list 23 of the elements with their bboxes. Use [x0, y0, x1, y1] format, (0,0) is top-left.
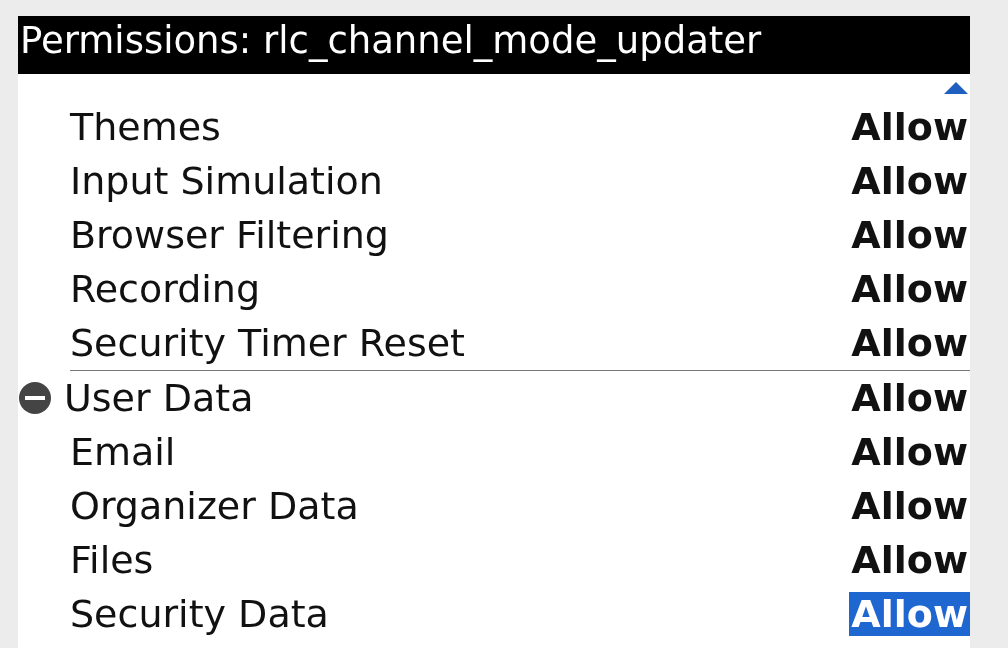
permission-label: Browser Filtering — [70, 213, 389, 257]
permission-value[interactable]: Allow — [849, 484, 970, 528]
permission-value[interactable]: Allow — [849, 267, 970, 311]
scroll-up-arrow-icon — [944, 82, 968, 94]
permission-value[interactable]: Allow — [849, 592, 970, 636]
group-label: User Data — [64, 376, 254, 420]
collapse-icon[interactable] — [18, 381, 52, 415]
permission-label: Email — [70, 430, 176, 474]
permission-label: Input Simulation — [70, 159, 383, 203]
permission-value[interactable]: Allow — [849, 105, 970, 149]
permission-label: Recording — [70, 267, 261, 311]
permission-label: Security Timer Reset — [70, 321, 465, 365]
permission-value[interactable]: Allow — [849, 213, 970, 257]
permission-value[interactable]: Allow — [849, 430, 970, 474]
permission-value[interactable]: Allow — [849, 376, 970, 420]
permission-value[interactable]: Allow — [849, 321, 970, 365]
permission-value[interactable]: Allow — [849, 538, 970, 582]
permission-value[interactable]: Allow — [849, 159, 970, 203]
screen-title: Permissions: rlc_channel_mode_updater — [18, 16, 970, 74]
permission-label: Files — [70, 538, 154, 582]
permission-label: Themes — [70, 105, 221, 149]
permission-label: Organizer Data — [70, 484, 359, 528]
permission-label: Security Data — [70, 592, 329, 636]
